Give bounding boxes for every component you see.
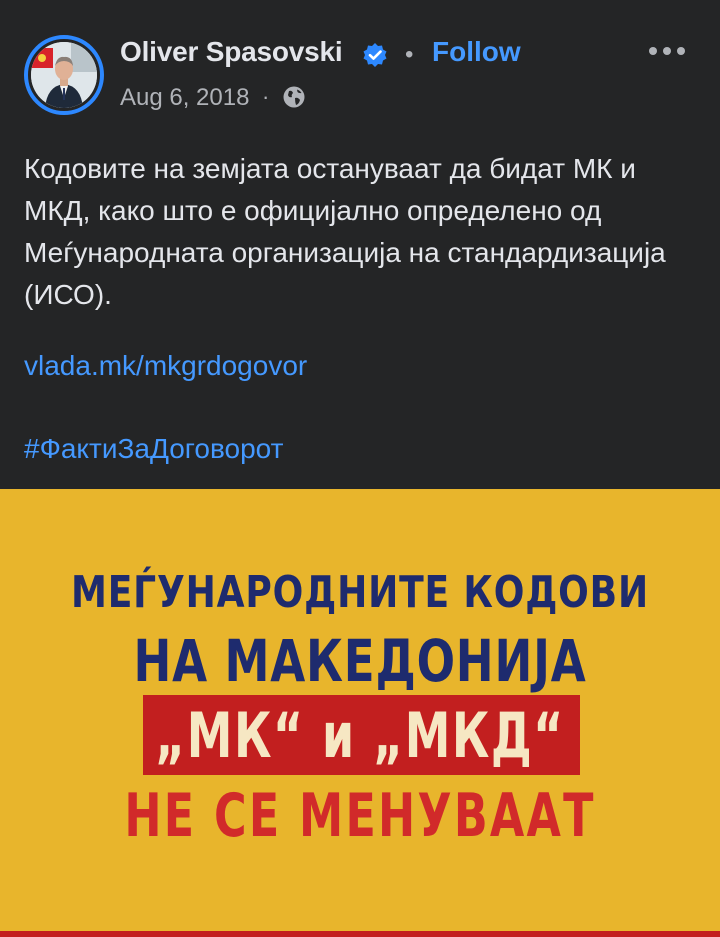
- post-header: Oliver Spasovski • Follow Aug 6, 2018 ·: [0, 0, 720, 130]
- globe-icon: [283, 86, 305, 108]
- image-headline-line2: НА МАКЕДОНИЈА: [133, 627, 587, 695]
- name-separator: •: [405, 41, 414, 68]
- avatar-photo: [31, 42, 97, 108]
- post-date[interactable]: Aug 6, 2018: [120, 84, 249, 112]
- post-paragraph: Кодовите на земјата остануваат да бидат …: [24, 153, 666, 310]
- verified-badge-icon: [363, 43, 387, 67]
- avatar[interactable]: [24, 35, 104, 115]
- post-image[interactable]: МЕЃУНАРОДНИТЕ КОДОВИ НА МАКЕДОНИЈА „МК“ …: [0, 489, 720, 937]
- image-bottom-edge: [0, 931, 720, 937]
- post-link[interactable]: vlada.mk/mkgrdogovor: [24, 350, 307, 382]
- post-text: Кодовите на земјата остануваат да бидат …: [24, 148, 704, 316]
- image-headline-line1: МЕЃУНАРОДНИТЕ КОДОВИ: [70, 567, 649, 618]
- more-options-icon[interactable]: [645, 36, 689, 66]
- image-headline-line4: НЕ СЕ МЕНУВААТ: [124, 781, 596, 851]
- date-separator: ·: [262, 84, 270, 109]
- post-hashtag[interactable]: #ФактиЗаДоговорот: [24, 433, 283, 465]
- follow-button[interactable]: Follow: [432, 36, 521, 68]
- image-headline-line3: „МК“ и „МКД“: [155, 699, 565, 772]
- author-name[interactable]: Oliver Spasovski: [120, 36, 343, 68]
